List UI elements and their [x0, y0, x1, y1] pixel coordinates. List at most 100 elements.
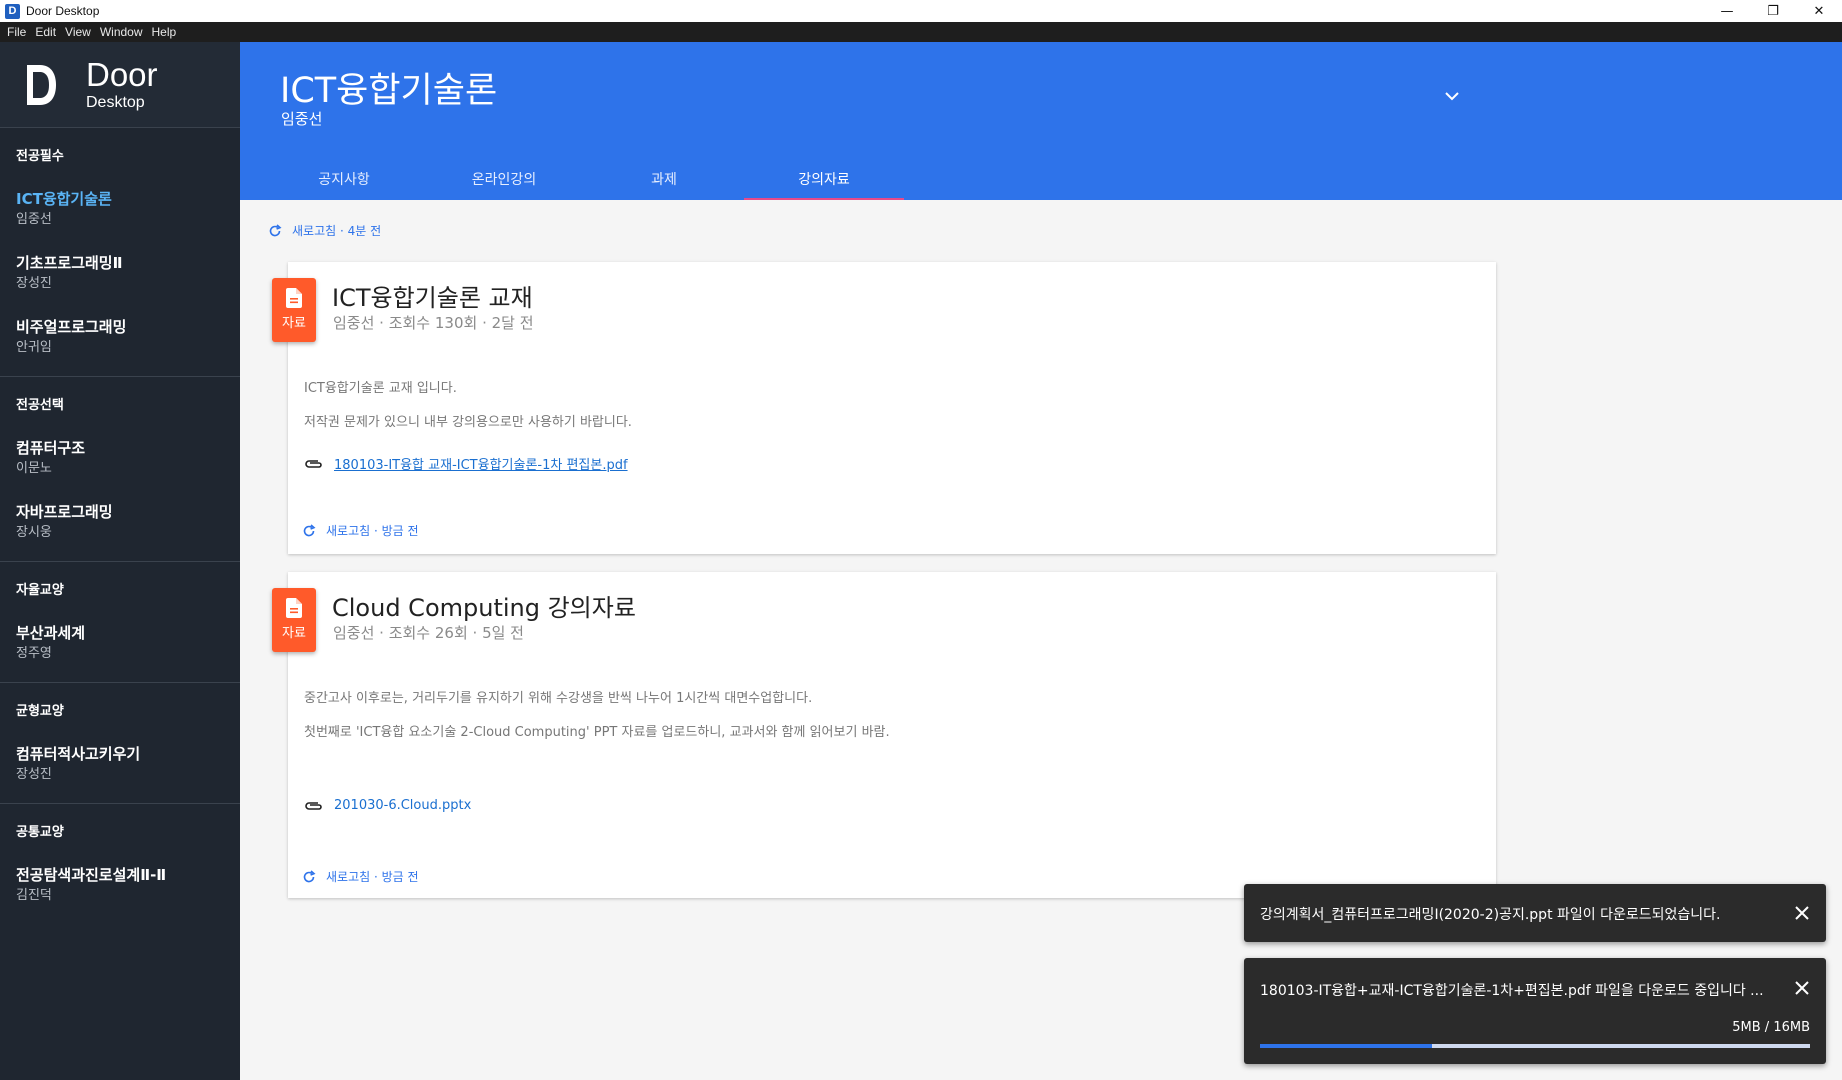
post-title: ICT융합기술론 교재: [332, 284, 533, 312]
course-item-computational-thinking[interactable]: 컴퓨터적사고키우기 장성진: [0, 733, 240, 797]
download-size: 5MB / 16MB: [1732, 1020, 1810, 1035]
attachment-link[interactable]: 180103-IT융합 교재-ICT융합기술론-1차 편집본.pdf: [304, 454, 628, 473]
close-icon[interactable]: [1794, 980, 1810, 996]
attachment-filename[interactable]: 180103-IT융합 교재-ICT융합기술론-1차 편집본.pdf: [334, 454, 628, 473]
tab-assignments[interactable]: 과제: [584, 158, 744, 200]
badge-label: 자료: [282, 316, 306, 331]
course-name: 부산과세계: [16, 624, 86, 642]
course-name: 전공탐색과진로설계Ⅱ-Ⅱ: [16, 866, 167, 884]
file-icon: [286, 288, 302, 308]
badge-label: 자료: [282, 626, 306, 641]
course-professor: 장성진: [16, 767, 52, 782]
toast-message: 강의계획서_컴퓨터프로그래밍I(2020-2)공지.ppt 파일이 다운로드되었…: [1260, 907, 1721, 923]
refresh-icon: [269, 223, 282, 236]
chevron-down-icon[interactable]: [1442, 86, 1462, 106]
file-icon: [286, 598, 302, 618]
post-body-line: 중간고사 이후로는, 거리두기를 유지하기 위해 수강생을 반씩 나누어 1시간…: [304, 691, 813, 706]
attachment-link[interactable]: 201030-6.Cloud.pptx: [304, 798, 471, 813]
refresh-icon: [303, 523, 316, 536]
menu-view[interactable]: View: [65, 25, 91, 39]
post-body: ICT융합기술론 교재 입니다. 저작권 문제가 있으니 내부 강의용으로만 사…: [304, 380, 632, 448]
section-title: 전공선택: [16, 398, 64, 413]
tab-lecture-materials[interactable]: 강의자료: [744, 158, 904, 200]
close-icon[interactable]: [1794, 905, 1810, 921]
maximize-button[interactable]: ❐: [1750, 0, 1796, 22]
section-title: 자율교양: [16, 583, 64, 598]
post-refresh-button[interactable]: 새로고침 · 방금 전: [302, 522, 419, 539]
section-title: 균형교양: [16, 704, 64, 719]
material-badge: 자료: [272, 588, 316, 652]
refresh-label: 새로고침 · 4분 전: [292, 224, 382, 238]
paperclip-icon: [305, 459, 322, 468]
sidebar-section: 자율교양 부산과세계 정주영: [0, 562, 240, 683]
course-header: ICT융합기술론 임중선 공지사항 온라인강의 과제 강의자료: [240, 42, 1842, 200]
course-item-basic-programming[interactable]: 기초프로그래밍Ⅱ 장성진: [0, 242, 240, 306]
menu-window[interactable]: Window: [100, 25, 143, 39]
course-item-visual-programming[interactable]: 비주얼프로그래밍 안귀임: [0, 306, 240, 370]
course-name: 컴퓨터적사고키우기: [16, 745, 141, 763]
course-professor: 이문노: [16, 461, 52, 476]
window-title: Door Desktop: [26, 4, 100, 18]
attachment-filename[interactable]: 201030-6.Cloud.pptx: [334, 798, 471, 813]
title-bar: D Door Desktop — ❐ ✕: [0, 0, 1842, 22]
download-complete-toast: 강의계획서_컴퓨터프로그래밍I(2020-2)공지.ppt 파일이 다운로드되었…: [1244, 884, 1826, 942]
paperclip-icon: [305, 801, 322, 810]
tab-bar: 공지사항 온라인강의 과제 강의자료: [264, 158, 904, 200]
download-progress-toast: 180103-IT융합+교재-ICT융합기술론-1차+편집본.pdf 파일을 다…: [1244, 958, 1826, 1064]
post-body-line: 첫번째로 'ICT융합 요소기술 2-Cloud Computing' PPT …: [304, 725, 890, 740]
course-item-java-programming[interactable]: 자바프로그래밍 장시웅: [0, 491, 240, 555]
course-professor: 장성진: [16, 276, 52, 291]
post-body-line: 저작권 문제가 있으니 내부 강의용으로만 사용하기 바랍니다.: [304, 415, 632, 430]
download-progress-bar: [1260, 1044, 1810, 1048]
course-item-ict[interactable]: ICT융합기술론 임중선: [0, 178, 240, 242]
course-title: ICT융합기술론: [280, 71, 498, 111]
course-professor: 장시웅: [16, 525, 52, 540]
course-name: ICT융합기술론: [16, 190, 112, 208]
tab-online-lectures[interactable]: 온라인강의: [424, 158, 584, 200]
sidebar-section: 공통교양 전공탐색과진로설계Ⅱ-Ⅱ 김진덕: [0, 804, 240, 924]
post-body-line: ICT융합기술론 교재 입니다.: [304, 381, 457, 396]
sidebar-section: 전공필수 ICT융합기술론 임중선 기초프로그래밍Ⅱ 장성진 비주얼프로그래밍 …: [0, 128, 240, 377]
post-refresh-label: 새로고침 · 방금 전: [326, 524, 419, 538]
brand-logo: Door Desktop: [0, 42, 240, 128]
course-name: 컴퓨터구조: [16, 439, 86, 457]
post-body: 중간고사 이후로는, 거리두기를 유지하기 위해 수강생을 반씩 나누어 1시간…: [304, 690, 890, 758]
minimize-button[interactable]: —: [1704, 0, 1750, 22]
course-professor-header: 임중선: [281, 110, 323, 128]
menu-edit[interactable]: Edit: [35, 25, 56, 39]
course-name: 자바프로그래밍: [16, 503, 113, 521]
section-title: 공통교양: [16, 825, 64, 840]
app-logo-icon: D: [5, 3, 20, 19]
course-item-career-design[interactable]: 전공탐색과진로설계Ⅱ-Ⅱ 김진덕: [0, 854, 240, 918]
close-window-button[interactable]: ✕: [1796, 0, 1842, 22]
toast-message: 180103-IT융합+교재-ICT융합기술론-1차+편집본.pdf 파일을 다…: [1260, 983, 1764, 999]
post-meta: 임중선 · 조회수 26회 · 5일 전: [333, 624, 524, 642]
post-meta: 임중선 · 조회수 130회 · 2달 전: [333, 314, 534, 332]
course-professor: 김진덕: [16, 888, 52, 903]
menu-help[interactable]: Help: [152, 25, 177, 39]
brand-sub: Desktop: [86, 93, 145, 111]
refresh-button[interactable]: 새로고침 · 4분 전: [268, 222, 381, 239]
post-title: Cloud Computing 강의자료: [332, 594, 636, 622]
post-card: 자료 ICT융합기술론 교재 임중선 · 조회수 130회 · 2달 전 ICT…: [272, 262, 1496, 554]
door-logo-icon: [27, 64, 56, 105]
sidebar-section: 전공선택 컴퓨터구조 이문노 자바프로그래밍 장시웅: [0, 377, 240, 562]
course-professor: 임중선: [16, 212, 52, 227]
tab-notices[interactable]: 공지사항: [264, 158, 424, 200]
download-progress-fill: [1260, 1044, 1432, 1048]
course-professor: 안귀임: [16, 340, 52, 355]
course-name: 기초프로그래밍Ⅱ: [16, 254, 123, 272]
course-name: 비주얼프로그래밍: [16, 318, 127, 336]
sidebar: Door Desktop 전공필수 ICT융합기술론 임중선 기초프로그래밍Ⅱ …: [0, 42, 240, 1080]
menu-file[interactable]: File: [7, 25, 26, 39]
refresh-icon: [303, 869, 316, 882]
course-professor: 정주영: [16, 646, 52, 661]
sidebar-section: 균형교양 컴퓨터적사고키우기 장성진: [0, 683, 240, 804]
post-refresh-button[interactable]: 새로고침 · 방금 전: [302, 868, 419, 885]
brand-name: Door: [86, 55, 158, 93]
material-badge: 자료: [272, 278, 316, 342]
course-item-busan-world[interactable]: 부산과세계 정주영: [0, 612, 240, 676]
course-item-computer-architecture[interactable]: 컴퓨터구조 이문노: [0, 427, 240, 491]
section-title: 전공필수: [16, 149, 64, 164]
menu-bar: File Edit View Window Help: [0, 22, 1842, 42]
